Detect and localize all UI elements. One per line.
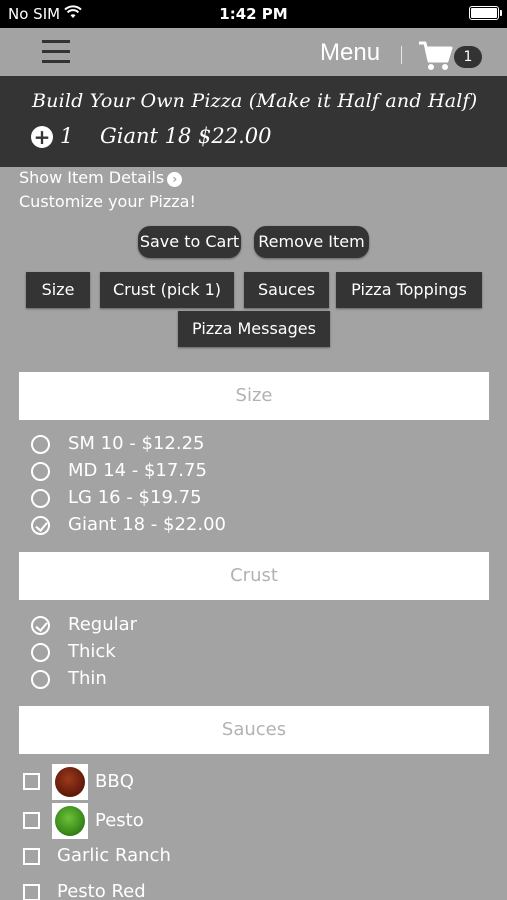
radio-button[interactable]	[31, 643, 50, 662]
menu-link[interactable]: Menu	[320, 39, 380, 67]
tab-pizza-messages[interactable]: Pizza Messages	[178, 311, 330, 347]
status-bar: No SIM 1:42 PM	[0, 0, 507, 28]
crust-option-label: Thick	[68, 641, 116, 662]
tab-crust[interactable]: Crust (pick 1)	[100, 272, 234, 308]
tab-size[interactable]: Size	[26, 272, 90, 308]
sauce-label[interactable]: BBQ	[95, 771, 134, 792]
cart-icon[interactable]	[418, 40, 454, 72]
customize-text: Customize your Pizza!	[19, 192, 196, 211]
nav-divider	[401, 46, 402, 64]
sauce-checkbox[interactable]	[23, 848, 40, 865]
item-title: Build Your Own Pizza (Make it Half and H…	[32, 90, 478, 112]
radio-button-checked[interactable]	[31, 516, 50, 535]
nav-bar: Menu 1	[0, 28, 507, 76]
radio-button[interactable]	[31, 435, 50, 454]
item-quantity: 1	[60, 124, 74, 148]
chevron-right-circle-icon: ›	[167, 172, 183, 187]
battery-icon	[469, 6, 499, 20]
show-item-details-label: Show Item Details	[19, 168, 165, 187]
tab-pizza-toppings[interactable]: Pizza Toppings	[336, 272, 482, 308]
sauces-section-header: Sauces	[19, 706, 489, 754]
size-section-header: Size	[19, 372, 489, 420]
crust-option-label: Regular	[68, 614, 138, 635]
tab-sauces[interactable]: Sauces	[244, 272, 329, 308]
save-to-cart-button[interactable]: Save to Cart	[138, 226, 241, 258]
clock: 1:42 PM	[219, 5, 288, 23]
item-header: Build Your Own Pizza (Make it Half and H…	[0, 76, 507, 167]
hamburger-menu-icon[interactable]	[42, 40, 70, 64]
radio-button-checked[interactable]	[31, 616, 50, 635]
sauce-checkbox[interactable]	[23, 884, 40, 900]
radio-button[interactable]	[31, 489, 50, 508]
crust-option-label: Thin	[68, 668, 107, 689]
size-option-label: LG 16 - $19.75	[68, 487, 202, 508]
crust-section-header: Crust	[19, 552, 489, 600]
sauce-label[interactable]: Pesto Red	[57, 881, 146, 900]
size-option-label: SM 10 - $12.25	[68, 433, 205, 454]
cart-count-badge[interactable]: 1	[454, 46, 482, 68]
sauce-label[interactable]: Pesto	[95, 810, 144, 831]
size-option-label: MD 14 - $17.75	[68, 460, 207, 481]
item-size-price: Giant 18 $22.00	[100, 124, 272, 148]
radio-button[interactable]	[31, 462, 50, 481]
sauce-checkbox[interactable]	[23, 812, 40, 829]
bbq-sauce-image	[52, 764, 88, 800]
battery-tip	[500, 10, 502, 16]
size-option-label: Giant 18 - $22.00	[68, 514, 226, 535]
sauce-label[interactable]: Garlic Ranch	[57, 845, 171, 866]
radio-button[interactable]	[31, 670, 50, 689]
show-item-details-link[interactable]: Show Item Details ›	[19, 168, 183, 187]
sauce-checkbox[interactable]	[23, 773, 40, 790]
pesto-sauce-image	[52, 803, 88, 839]
remove-item-button[interactable]: Remove Item	[254, 226, 369, 258]
plus-circle-icon[interactable]: +	[31, 126, 53, 148]
